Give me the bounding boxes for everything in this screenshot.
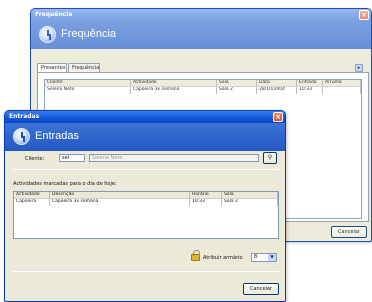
column-header-sala[interactable]: Sala (222, 192, 278, 198)
column-header-sala[interactable]: Sala (217, 80, 257, 86)
client-search-button[interactable]: ⚲ (263, 152, 277, 164)
column-header-cliente[interactable]: Cliente (45, 80, 131, 86)
chevron-down-icon[interactable]: ▼ (268, 254, 276, 261)
tab-scroll-right-icon[interactable]: ▸ (355, 64, 363, 72)
cell-actividade: Capoeira 3x semana (131, 87, 217, 94)
cell-sala: Sala 2 (217, 87, 257, 94)
actividades-grid-header: Actividade Descrição Horário Sala (14, 192, 278, 199)
binoculars-icon: ⚲ (267, 154, 273, 161)
entradas-header: Entradas (5, 123, 285, 151)
entradas-cancel-button[interactable]: Cancelar (243, 283, 279, 295)
locker-label: Atribuir armário (203, 255, 243, 261)
app-logo-icon (39, 26, 56, 43)
cell-cliente: Selena Neto (45, 87, 131, 94)
divider (13, 271, 279, 272)
entradas-window: Entradas × Entradas Cliente: sel Selena … (4, 110, 286, 302)
column-header-actividade[interactable]: Actividade (14, 192, 50, 198)
table-row[interactable]: Capoeira Capoeira 3x semana 10:33 Sala 2 (14, 199, 278, 206)
table-row[interactable]: Selena Neto Capoeira 3x semana Sala 2 28… (45, 87, 361, 94)
section-label: Actividades marcadas para o dia de hoje: (13, 181, 117, 187)
frequencia-header-title: Frequência (61, 28, 117, 40)
column-header-data[interactable]: Data (257, 80, 297, 86)
divider (13, 169, 279, 170)
frequencia-header: Frequência (31, 21, 371, 49)
cell-actividade: Capoeira (14, 199, 50, 206)
presentes-grid-header: Cliente Actividade Sala Data Entrada Arr… (45, 80, 361, 87)
entradas-close-button[interactable]: × (273, 112, 283, 122)
column-header-armario[interactable]: Arruma (323, 80, 361, 86)
cell-descricao: Capoeira 3x semana (50, 199, 190, 206)
lock-icon (191, 250, 200, 261)
frequencia-cancel-button[interactable]: Cancelar (331, 226, 367, 238)
cell-data: 28/10/2004 (257, 87, 297, 94)
cell-sala: Sala 2 (222, 199, 278, 206)
cell-armario (323, 87, 361, 94)
client-code-input[interactable]: sel (59, 154, 85, 162)
client-name-field: Selena Neto (89, 154, 259, 162)
entradas-header-title: Entradas (35, 130, 80, 142)
client-label: Cliente: (25, 156, 45, 162)
frequencia-titlebar[interactable]: Frequência × (31, 9, 371, 21)
actividades-grid[interactable]: Actividade Descrição Horário Sala Capoei… (13, 191, 279, 239)
column-header-descricao[interactable]: Descrição (50, 192, 190, 198)
column-header-horario[interactable]: Horário (190, 192, 222, 198)
app-logo-icon (13, 128, 30, 145)
locker-select[interactable]: 8 ▼ (251, 253, 277, 262)
entradas-titlebar[interactable]: Entradas × (5, 111, 285, 123)
column-header-entrada[interactable]: Entrada (297, 80, 323, 86)
cell-horario: 10:33 (190, 199, 222, 206)
entradas-window-title: Entradas (9, 113, 40, 120)
frequencia-window-title: Frequência (35, 11, 73, 18)
locker-value: 8 (254, 254, 258, 260)
frequencia-close-button[interactable]: × (359, 10, 369, 20)
cell-entrada: 10:33 (297, 87, 323, 94)
column-header-actividade[interactable]: Actividade (131, 80, 217, 86)
